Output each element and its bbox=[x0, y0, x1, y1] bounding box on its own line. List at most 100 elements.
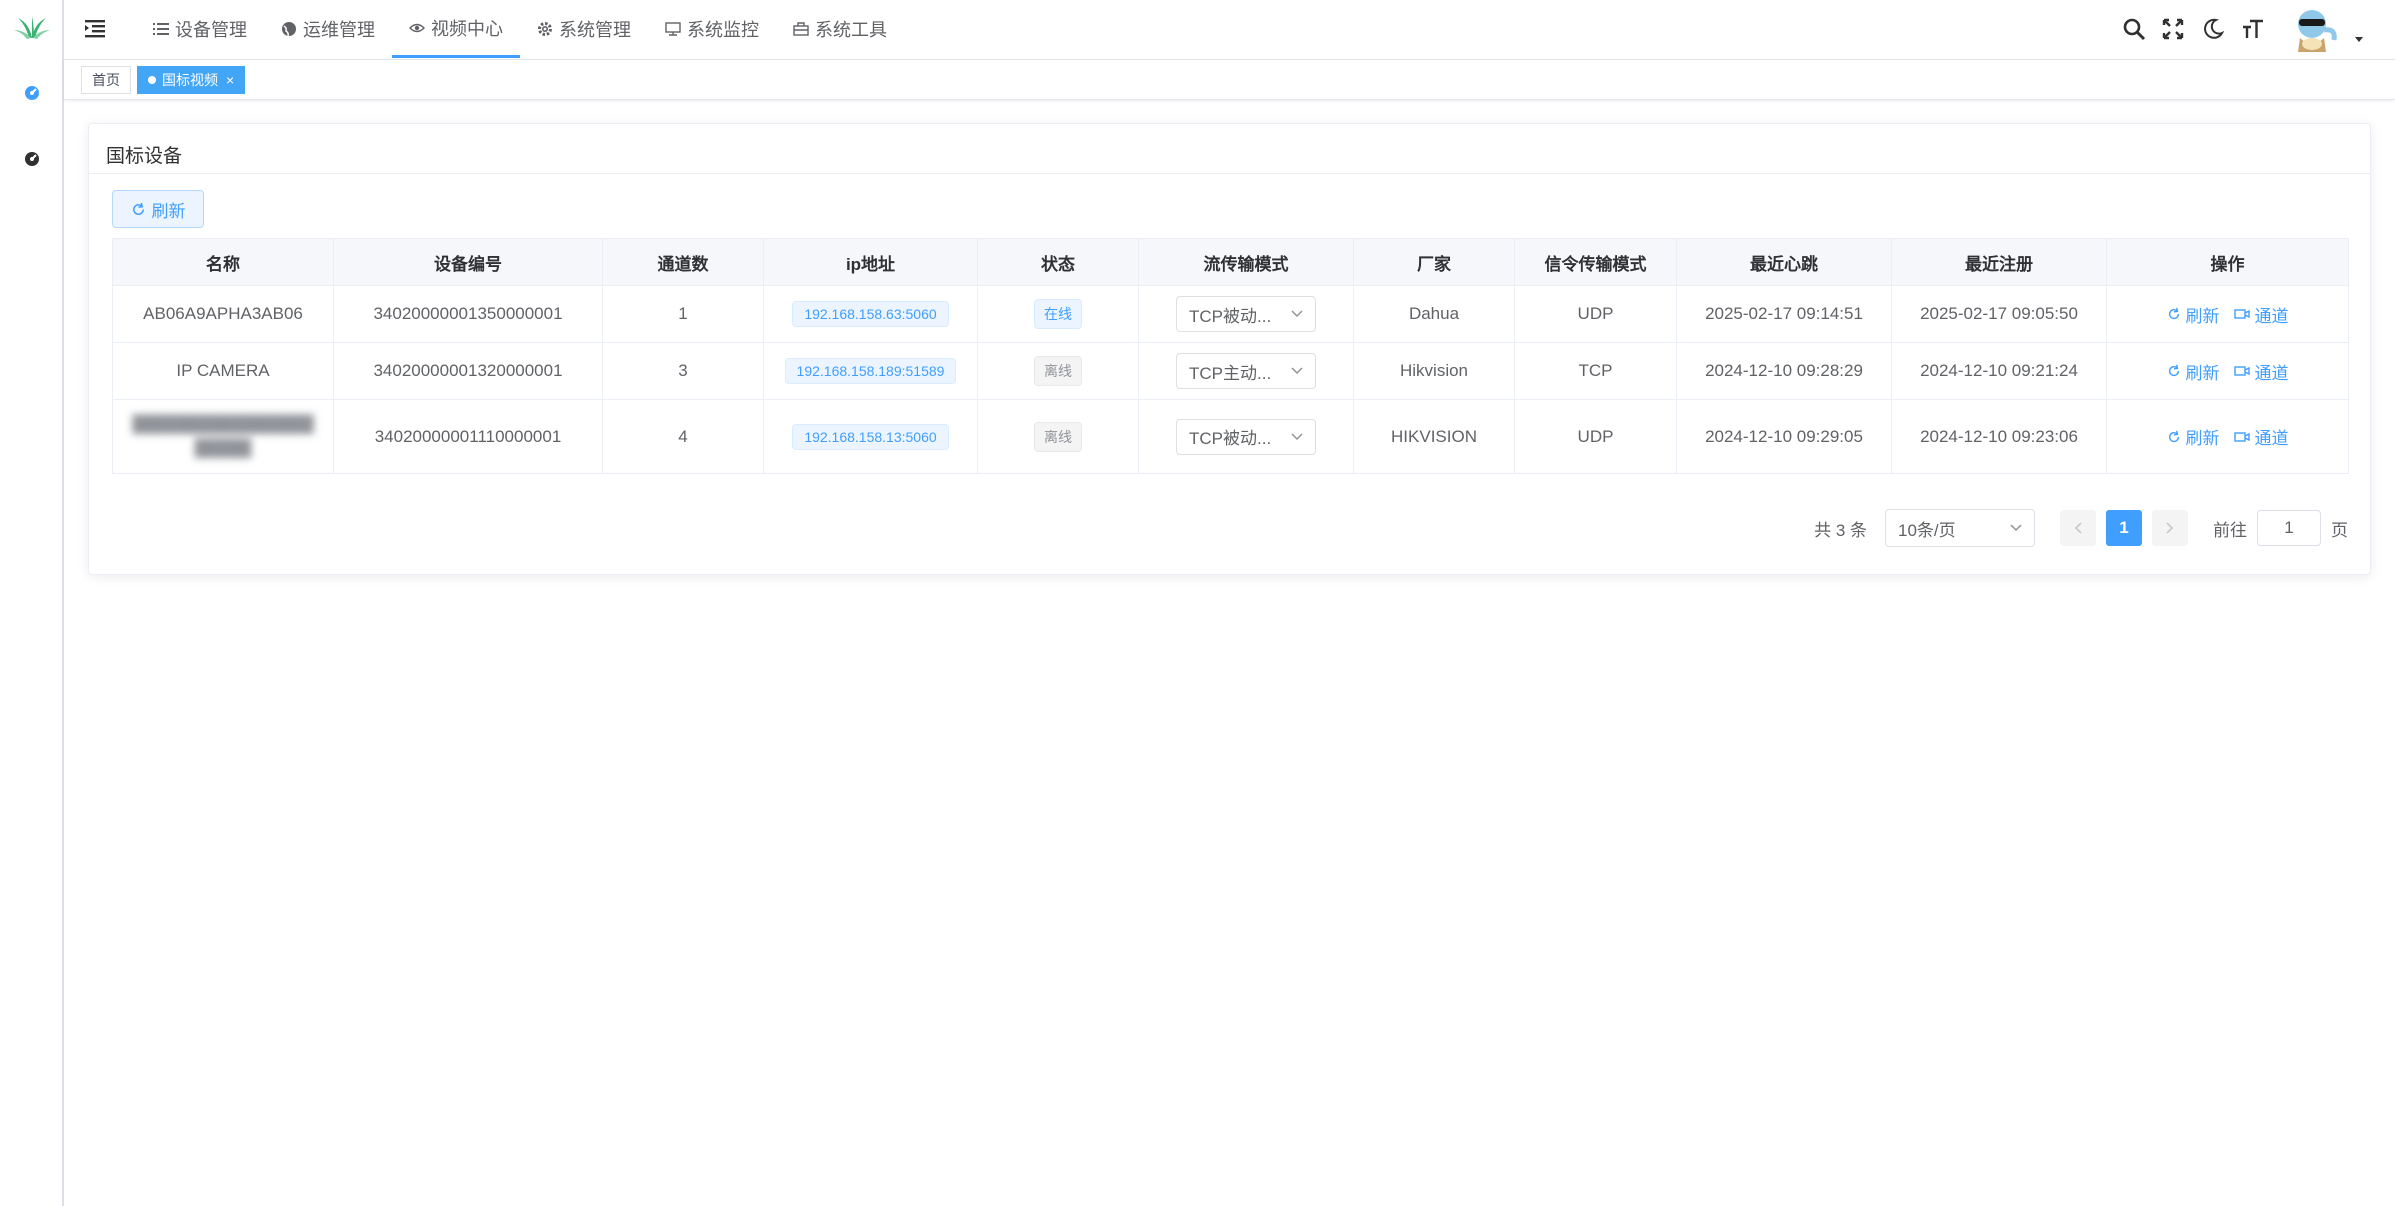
goto-page-input[interactable]: 1 bbox=[2257, 510, 2321, 546]
font-size-icon[interactable] bbox=[2241, 17, 2265, 41]
cell-channels: 1 bbox=[602, 285, 764, 343]
status-badge: 离线 bbox=[1034, 421, 1082, 452]
row-channel-button[interactable]: 通道 bbox=[2233, 424, 2289, 449]
chevron-left-icon bbox=[2074, 522, 2082, 534]
cell-signal-mode: TCP bbox=[1514, 342, 1677, 400]
cell-ip: 192.168.158.189:51589 bbox=[763, 342, 978, 400]
cell-ip: 192.168.158.13:5060 bbox=[763, 399, 978, 474]
column-header: 状态 bbox=[977, 238, 1139, 286]
column-header: ip地址 bbox=[763, 238, 978, 286]
cell-stream-mode: TCP被动... bbox=[1138, 285, 1354, 343]
ip-tag: 192.168.158.189:51589 bbox=[784, 358, 957, 384]
cell-name: ████████████████ █████ bbox=[112, 399, 334, 474]
table-row: AB06A9APHA3AB06 34020000001350000001 1 1… bbox=[112, 285, 2349, 343]
action-label: 通道 bbox=[2254, 429, 2289, 448]
chevron-down-icon bbox=[2010, 524, 2022, 532]
dashboard-icon[interactable] bbox=[23, 149, 41, 167]
column-header: 最近注册 bbox=[1891, 238, 2107, 286]
refresh-icon bbox=[2168, 307, 2179, 320]
action-label: 刷新 bbox=[2185, 429, 2220, 448]
cell-ip: 192.168.158.63:5060 bbox=[763, 285, 978, 343]
ip-tag: 192.168.158.63:5060 bbox=[792, 301, 949, 327]
refresh-icon bbox=[132, 202, 144, 215]
cell-device-id: 34020000001110000001 bbox=[333, 399, 603, 474]
chevron-down-icon bbox=[1291, 310, 1303, 318]
select-value: TCP主动... bbox=[1189, 363, 1272, 383]
fullscreen-icon[interactable] bbox=[2161, 17, 2185, 41]
page-size-select[interactable]: 10条/页 bbox=[1885, 509, 2035, 547]
prev-page-button[interactable] bbox=[2060, 510, 2096, 546]
cell-channels: 4 bbox=[602, 399, 764, 474]
cell-stream-mode: TCP主动... bbox=[1138, 342, 1354, 400]
moon-icon[interactable] bbox=[2201, 17, 2225, 41]
cell-status: 离线 bbox=[977, 342, 1139, 400]
tag-home[interactable]: 首页 bbox=[81, 66, 131, 94]
close-icon[interactable]: × bbox=[226, 72, 234, 88]
header-tools bbox=[64, 0, 2395, 60]
page-number-button[interactable]: 1 bbox=[2106, 510, 2142, 546]
cell-channels: 3 bbox=[602, 342, 764, 400]
cell-name: AB06A9APHA3AB06 bbox=[112, 285, 334, 343]
column-header: 通道数 bbox=[602, 238, 764, 286]
pagination: 共 3 条 10条/页 1 前往 1 页 bbox=[1814, 509, 2348, 547]
cell-register: 2025-02-17 09:05:50 bbox=[1891, 285, 2107, 343]
column-header: 设备编号 bbox=[333, 238, 603, 286]
video-camera-icon bbox=[2233, 431, 2250, 442]
stream-mode-select[interactable]: TCP被动... bbox=[1176, 418, 1316, 455]
left-rail bbox=[0, 0, 64, 1206]
stream-mode-select[interactable]: TCP主动... bbox=[1176, 353, 1316, 389]
stream-mode-select[interactable]: TCP被动... bbox=[1176, 296, 1316, 332]
cell-heartbeat: 2024-12-10 09:29:05 bbox=[1676, 399, 1892, 474]
cell-name: IP CAMERA bbox=[112, 342, 334, 400]
cell-heartbeat: 2024-12-10 09:28:29 bbox=[1676, 342, 1892, 400]
card-title: 国标设备 bbox=[106, 146, 183, 167]
top-navbar: 设备管理 运维管理 视频中心 系统管理 系统监控 系统工具 bbox=[64, 0, 2395, 60]
cell-register: 2024-12-10 09:21:24 bbox=[1891, 342, 2107, 400]
cell-vendor: HIKVISION bbox=[1353, 399, 1515, 474]
status-badge: 在线 bbox=[1034, 299, 1082, 329]
refresh-icon bbox=[2168, 364, 2179, 377]
column-header: 操作 bbox=[2106, 238, 2349, 286]
cell-vendor: Dahua bbox=[1353, 285, 1515, 343]
goto-suffix: 页 bbox=[2331, 520, 2348, 540]
device-card: 国标设备 刷新 名称 设备编号 通道数 ip地址 状态 流传输模式 厂家 信令传… bbox=[88, 123, 2371, 575]
cell-status: 在线 bbox=[977, 285, 1139, 343]
tags-view: 首页 国标视频 × bbox=[64, 60, 2395, 100]
avatar[interactable] bbox=[2290, 4, 2342, 56]
search-icon[interactable] bbox=[2122, 17, 2146, 41]
table-row: IP CAMERA 34020000001320000001 3 192.168… bbox=[112, 342, 2349, 400]
row-refresh-button[interactable]: 刷新 bbox=[2167, 424, 2220, 449]
tag-gb-video[interactable]: 国标视频 × bbox=[137, 66, 246, 94]
device-table: 名称 设备编号 通道数 ip地址 状态 流传输模式 厂家 信令传输模式 最近心跳… bbox=[112, 238, 2349, 474]
status-badge: 离线 bbox=[1034, 356, 1082, 386]
cell-actions: 刷新 通道 bbox=[2106, 342, 2349, 400]
row-refresh-button[interactable]: 刷新 bbox=[2167, 359, 2220, 384]
refresh-button[interactable]: 刷新 bbox=[112, 190, 204, 228]
next-page-button[interactable] bbox=[2152, 510, 2188, 546]
row-refresh-button[interactable]: 刷新 bbox=[2167, 302, 2220, 327]
table-row: ████████████████ █████ 340200000011100000… bbox=[112, 399, 2349, 474]
cell-signal-mode: UDP bbox=[1514, 399, 1677, 474]
chevron-right-icon bbox=[2166, 522, 2174, 534]
video-camera-icon bbox=[2233, 309, 2250, 319]
caret-down-icon[interactable] bbox=[2354, 36, 2364, 44]
select-value: TCP被动... bbox=[1189, 429, 1272, 448]
logo-icon bbox=[14, 16, 50, 39]
action-label: 通道 bbox=[2254, 306, 2289, 326]
card-header: 国标设备 bbox=[89, 124, 2370, 174]
cell-actions: 刷新 通道 bbox=[2106, 285, 2349, 343]
refresh-label: 刷新 bbox=[151, 201, 186, 221]
cell-register: 2024-12-10 09:23:06 bbox=[1891, 399, 2107, 474]
column-header: 厂家 bbox=[1353, 238, 1515, 286]
dashboard-icon[interactable] bbox=[23, 83, 41, 101]
cell-actions: 刷新 通道 bbox=[2106, 399, 2349, 474]
goto-prefix: 前往 bbox=[2213, 520, 2247, 540]
ip-tag: 192.168.158.13:5060 bbox=[792, 423, 949, 450]
chevron-down-icon bbox=[1291, 432, 1303, 440]
tag-label: 首页 bbox=[92, 72, 120, 88]
row-channel-button[interactable]: 通道 bbox=[2233, 302, 2289, 327]
action-label: 刷新 bbox=[2185, 306, 2220, 326]
action-label: 通道 bbox=[2254, 363, 2289, 383]
row-channel-button[interactable]: 通道 bbox=[2233, 359, 2289, 384]
column-header: 名称 bbox=[112, 238, 334, 286]
